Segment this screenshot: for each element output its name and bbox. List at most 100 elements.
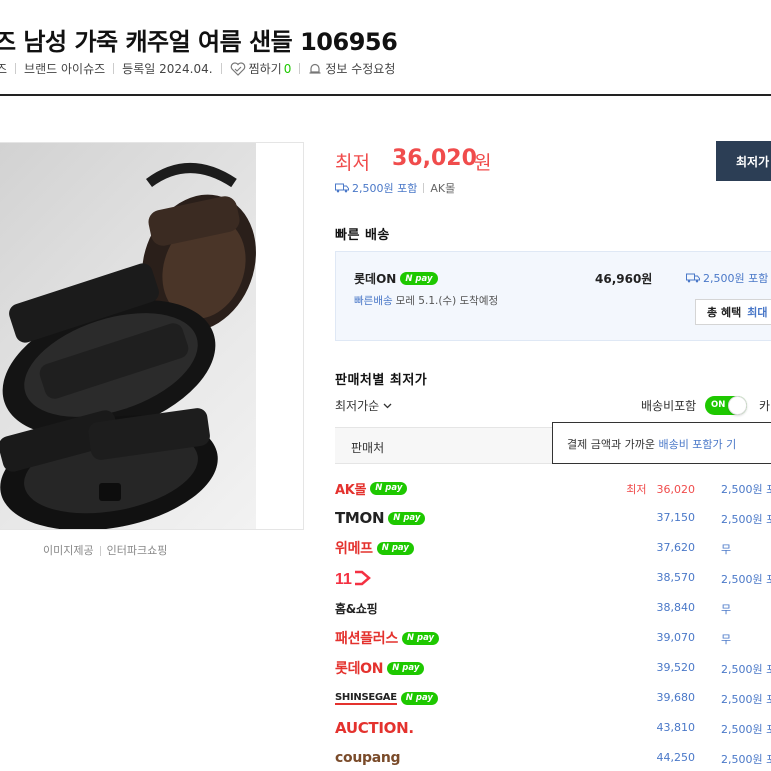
seller-row-fashionplus[interactable]: 패션플러스 N pay 39,070 무 xyxy=(335,625,771,655)
seller-price: 38,570 xyxy=(656,571,696,584)
seller-logo-shinsegae: SHINSEGAE N pay xyxy=(335,689,438,707)
toggle-knob xyxy=(728,396,747,415)
seller-price: 44,250 xyxy=(656,751,696,764)
sandals-illustration xyxy=(0,163,256,529)
seller-row-coupang[interactable]: coupang 44,250 2,500원 포 xyxy=(335,745,771,771)
seller-logo-wemakeprice: 위메프 N pay xyxy=(335,539,414,557)
sort-dropdown[interactable]: 최저가순 xyxy=(335,397,392,414)
fast-delivery-eta: 빠른배송 모레 5.1.(수) 도착예정 xyxy=(354,293,498,308)
price-shipping-line: 2,500원 포함 AK몰 xyxy=(335,180,455,196)
caption-label: 이미지제공 xyxy=(43,544,94,557)
seller-name: 롯데ON xyxy=(335,661,384,677)
svg-text:11: 11 xyxy=(335,571,352,587)
divider xyxy=(15,63,17,74)
seller-row-akmall[interactable]: AK몰 N pay 최저 36,020 2,500원 포 xyxy=(335,475,771,505)
report-label: 정보 수정요청 xyxy=(325,62,396,76)
reg-value: 2024.04. xyxy=(159,61,213,76)
seller-name: 패션플러스 xyxy=(335,631,398,647)
top-divider xyxy=(0,94,771,96)
seller-logo-auction: AUCTION. xyxy=(335,719,414,737)
seller-row-homeshopping[interactable]: 홈&쇼핑 38,840 무 xyxy=(335,595,771,625)
bell-icon xyxy=(309,63,321,74)
wish-label: 찜하기 xyxy=(248,62,282,76)
seller-shipping: 2,500원 포 xyxy=(721,753,771,766)
image-caption: 이미지제공 인터파크쇼핑 xyxy=(43,542,167,558)
shipping-included-label: 배송비포함 xyxy=(641,399,697,413)
seller-shipping: 2,500원 포 xyxy=(721,483,771,496)
lowest-price-buy-button[interactable]: 최저가 xyxy=(716,141,771,181)
seller-name: 위메프 xyxy=(335,541,373,557)
seller-price: 39,680 xyxy=(656,691,696,704)
seller-row-lotteon[interactable]: 롯데ON N pay 39,520 2,500원 포 xyxy=(335,655,771,685)
seller-logo-lotteon: 롯데ON N pay xyxy=(335,659,425,677)
total-benefit-button[interactable]: 총 혜택 최대 xyxy=(695,299,771,325)
seller-row-wemakeprice[interactable]: 위메프 N pay 37,620 무 xyxy=(335,535,771,565)
product-meta: 즈 브랜드 아이슈즈 등록일 2024.04. 찜하기 0 정보 수정요청 xyxy=(0,60,395,77)
seller-name: 홈&쇼핑 xyxy=(335,601,378,616)
seller-price: 37,150 xyxy=(656,511,696,524)
seller-row-shinsegae[interactable]: SHINSEGAE N pay 39,680 2,500원 포 xyxy=(335,685,771,715)
npay-badge: N pay xyxy=(370,481,408,495)
seller-shipping: 무 xyxy=(721,603,732,616)
seller-shipping: 무 xyxy=(721,633,732,646)
wish-count: 0 xyxy=(283,61,292,76)
seller-name: AUCTION. xyxy=(335,719,414,737)
price-shipping: 2,500원 포함 xyxy=(352,182,418,195)
chevron-down-icon xyxy=(383,403,392,408)
lowest-price-label: 최저 xyxy=(335,152,370,174)
price-value: 36,020 xyxy=(656,483,696,496)
seller-row-auction[interactable]: AUCTION. 43,810 2,500원 포 xyxy=(335,715,771,745)
seller-price: 37,620 xyxy=(656,541,696,554)
shipping-included-toggle[interactable]: ON xyxy=(705,396,747,415)
seller-logo-homeshopping: 홈&쇼핑 xyxy=(335,599,378,617)
seller-logo-akmall: AK몰 N pay xyxy=(335,479,408,498)
divider xyxy=(220,63,222,74)
seller-price: 39,070 xyxy=(656,631,696,644)
seller-name: AK몰 xyxy=(335,482,367,498)
npay-badge: N pay xyxy=(400,691,438,705)
npay-badge: N pay xyxy=(387,661,425,675)
seller-shipping: 2,500원 포 xyxy=(721,663,771,676)
tooltip-link: 배송비 포함가 기 xyxy=(658,438,737,451)
seller-name: coupang xyxy=(335,750,401,766)
npay-badge: N pay xyxy=(401,631,440,645)
divider xyxy=(423,183,425,193)
seller-logo-fashionplus: 패션플러스 N pay xyxy=(335,629,440,647)
seller-row-11st[interactable]: 11 38,570 2,500원 포 xyxy=(335,565,771,595)
seller-logo-tmon: TMON N pay xyxy=(335,509,426,527)
card-discount-label[interactable]: 카 xyxy=(759,397,770,414)
seller-price: 38,840 xyxy=(656,601,696,614)
seller-name: SHINSEGAE xyxy=(335,691,397,705)
seller-price: 최저 36,020 xyxy=(626,481,695,497)
fast-delivery-shop: 롯데ON N pay xyxy=(354,270,438,287)
fast-delivery-card[interactable]: 롯데ON N pay 빠른배송 모레 5.1.(수) 도착예정 46,960원 2… xyxy=(335,251,771,341)
fast-delivery-shipping: 2,500원 포함 xyxy=(686,270,768,286)
eta-label: 빠른배송 xyxy=(354,295,393,307)
npay-badge: N pay xyxy=(376,541,414,555)
seller-shipping: 무 xyxy=(721,543,732,556)
benefit-link: 최대 xyxy=(747,306,768,319)
divider xyxy=(113,63,115,74)
truck-icon xyxy=(686,273,700,283)
seller-logo-11st: 11 xyxy=(335,569,375,587)
fast-shop-name: 롯데ON xyxy=(354,272,397,286)
seller-price: 43,810 xyxy=(656,721,696,734)
brand-value[interactable]: 아이슈즈 xyxy=(61,60,105,77)
11st-logo-icon: 11 xyxy=(335,570,371,587)
seller-section-title: 판매처별 최저가 xyxy=(335,373,428,388)
fast-delivery-price: 46,960원 xyxy=(595,272,653,286)
report-button[interactable]: 정보 수정요청 xyxy=(308,60,395,77)
fast-delivery-title: 빠른 배송 xyxy=(335,228,390,243)
fast-shipping-text: 2,500원 포함 xyxy=(703,272,769,285)
wish-button[interactable]: 찜하기 0 xyxy=(230,60,292,77)
truck-icon xyxy=(335,183,349,193)
npay-badge: N pay xyxy=(400,272,438,285)
product-image-frame[interactable] xyxy=(0,142,304,530)
meta-cut: 즈 xyxy=(0,62,8,76)
divider xyxy=(299,63,301,74)
seller-shipping: 2,500원 포 xyxy=(721,573,771,586)
seller-logo-coupang: coupang xyxy=(335,749,401,767)
caption-source[interactable]: 인터파크쇼핑 xyxy=(107,544,168,557)
seller-row-tmon[interactable]: TMON N pay 37,150 2,500원 포 xyxy=(335,505,771,535)
seller-shipping: 2,500원 포 xyxy=(721,513,771,526)
